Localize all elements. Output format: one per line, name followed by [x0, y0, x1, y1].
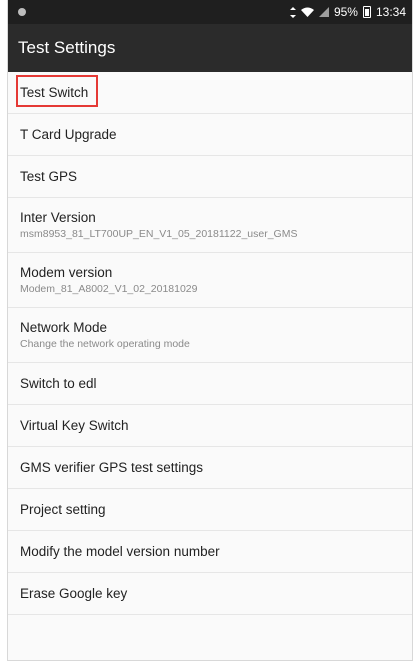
setting-project-setting[interactable]: Project setting: [8, 489, 412, 531]
status-bar: 95% 13:34: [8, 0, 412, 24]
setting-summary: msm8953_81_LT700UP_EN_V1_05_20181122_use…: [20, 228, 298, 240]
signal-icon: [318, 7, 329, 17]
setting-title: Project setting: [20, 502, 106, 517]
setting-title: Modify the model version number: [20, 544, 220, 559]
setting-test-switch[interactable]: Test Switch: [8, 72, 412, 114]
setting-title: Switch to edl: [20, 376, 97, 391]
setting-t-card-upgrade[interactable]: T Card Upgrade: [8, 114, 412, 156]
setting-inter-version[interactable]: Inter Version msm8953_81_LT700UP_EN_V1_0…: [8, 198, 412, 253]
setting-title: Virtual Key Switch: [20, 418, 129, 433]
setting-title: GMS verifier GPS test settings: [20, 460, 204, 475]
setting-title: Erase Google key: [20, 586, 128, 601]
app-bar: Test Settings: [8, 24, 412, 72]
settings-list: Test Switch T Card Upgrade Test GPS Inte…: [8, 72, 412, 615]
page-title: Test Settings: [18, 38, 116, 57]
setting-title: Network Mode: [20, 320, 108, 335]
setting-modify-model-version[interactable]: Modify the model version number: [8, 531, 412, 573]
setting-title: T Card Upgrade: [20, 127, 117, 142]
setting-virtual-key-switch[interactable]: Virtual Key Switch: [8, 405, 412, 447]
wifi-icon: [300, 7, 314, 17]
setting-switch-to-edl[interactable]: Switch to edl: [8, 363, 412, 405]
battery-percent: 95%: [333, 5, 358, 19]
setting-summary: Change the network operating mode: [20, 338, 190, 350]
notification-dot-icon: [18, 8, 26, 16]
setting-title: Modem version: [20, 265, 113, 280]
setting-title: Test GPS: [20, 169, 78, 184]
highlight-box: [16, 75, 98, 107]
clock: 13:34: [375, 5, 406, 19]
setting-network-mode[interactable]: Network Mode Change the network operatin…: [8, 308, 412, 363]
setting-title: Inter Version: [20, 210, 96, 225]
data-arrows-icon: [289, 6, 296, 18]
setting-gms-verifier-gps[interactable]: GMS verifier GPS test settings: [8, 447, 412, 489]
setting-erase-google-key[interactable]: Erase Google key: [8, 573, 412, 615]
battery-icon: [362, 6, 371, 18]
device-screen: 95% 13:34 Test Settings Test Switch T Ca…: [7, 0, 413, 661]
setting-summary: Modem_81_A8002_V1_02_20181029: [20, 283, 198, 295]
setting-test-gps[interactable]: Test GPS: [8, 156, 412, 198]
setting-modem-version[interactable]: Modem version Modem_81_A8002_V1_02_20181…: [8, 253, 412, 308]
